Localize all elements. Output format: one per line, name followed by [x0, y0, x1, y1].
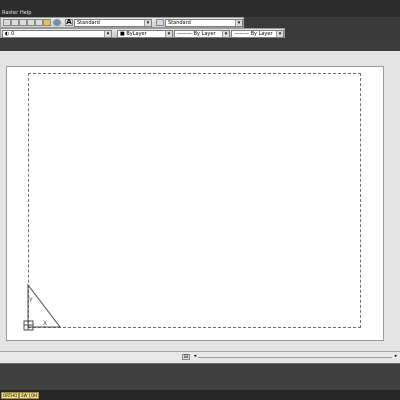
chevron-down-icon[interactable]: ▾ [276, 31, 283, 37]
chevron-down-icon[interactable]: ▾ [165, 31, 172, 37]
styles-toolbar: A Standard ▾ Standard ▾ [0, 17, 244, 28]
print-icon[interactable] [27, 19, 35, 26]
paper-border [28, 73, 361, 328]
color-dropdown[interactable]: ■ ByLayer ▾ [117, 30, 173, 38]
pencil-icon[interactable] [43, 19, 51, 26]
text-style-value: Standard [77, 20, 100, 26]
globe-icon[interactable] [53, 19, 61, 26]
chevron-down-icon[interactable]: ▾ [235, 20, 242, 26]
layer-value: 0 [10, 31, 15, 37]
ortho-toggle[interactable]: ORTHO [1, 392, 20, 399]
toolbar-dock-area [0, 38, 400, 51]
lineweight-sample: ——— [234, 31, 251, 37]
command-line[interactable] [0, 363, 400, 390]
ucs-y-label: Y [28, 297, 33, 304]
menu-raster[interactable]: Raster [2, 10, 18, 16]
dim-style-value: Standard [168, 20, 191, 26]
ucs-x-label: X [43, 320, 47, 327]
chevron-down-icon[interactable]: ▾ [222, 31, 229, 37]
scroll-right-icon[interactable]: ▸ [392, 354, 400, 360]
lineweight-dropdown[interactable]: ——— By Layer ▾ [231, 30, 284, 38]
menu-bar: Raster Help [0, 0, 400, 17]
linetype-dropdown[interactable]: ——— By Layer ▾ [174, 30, 230, 38]
chevron-down-icon[interactable]: ▾ [104, 31, 111, 37]
color-value: ByLayer [126, 31, 147, 37]
sw-toggle[interactable]: SW [19, 392, 30, 399]
layer-dropdown[interactable]: ◐ 0 ▾ [2, 30, 112, 38]
properties-toolbar: ◐ 0 ▾ ■ ByLayer ▾ ——— By Layer ▾ ——— By … [0, 28, 285, 38]
lineweight-value: By Layer [250, 31, 273, 37]
horizontal-scrollbar[interactable]: ⊟ ◂ ▸ [0, 351, 400, 363]
ucs-icon: Y X [23, 283, 62, 331]
layout-tab-icon[interactable]: ⊟ [182, 354, 190, 360]
linetype-sample: ——— [177, 31, 194, 37]
status-bar: ORTHO SW OH [0, 390, 400, 400]
open-icon[interactable] [11, 19, 19, 26]
menu-help[interactable]: Help [20, 10, 31, 16]
dim-style-icon [156, 19, 164, 26]
save-icon[interactable] [19, 19, 27, 26]
dim-style-dropdown[interactable]: Standard ▾ [165, 19, 243, 27]
new-icon[interactable] [3, 19, 11, 26]
chevron-down-icon[interactable]: ▾ [144, 20, 151, 26]
text-style-dropdown[interactable]: Standard ▾ [74, 19, 152, 27]
text-style-icon: A [65, 18, 73, 26]
cut-icon[interactable] [35, 19, 43, 26]
scroll-track[interactable] [198, 357, 392, 358]
linetype-value: By Layer [193, 31, 216, 37]
oh-toggle[interactable]: OH [29, 392, 40, 399]
